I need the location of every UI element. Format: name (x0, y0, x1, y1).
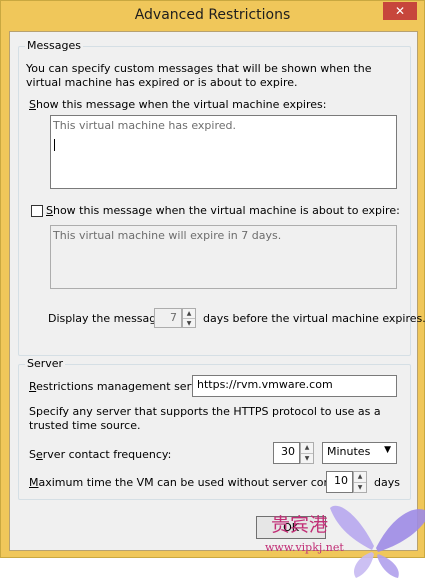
contact-frequency-spinner[interactable]: ▲ ▼ (300, 442, 314, 464)
management-server-input[interactable]: https://rvm.vmware.com (192, 375, 397, 397)
about-to-expire-text: This virtual machine will expire in 7 da… (53, 229, 282, 242)
max-time-unit: days (374, 476, 400, 489)
expire-message-textarea[interactable]: This virtual machine has expired. (50, 115, 397, 189)
dialog-window: Advanced Restrictions ✕ Messages You can… (0, 0, 425, 578)
about-to-expire-label[interactable]: Show this message when the virtual machi… (46, 204, 400, 217)
watermark-brand: 贵宾港 (271, 514, 329, 536)
watermark-url: www.vipkj.net (265, 541, 344, 554)
title-bar[interactable]: Advanced Restrictions ✕ (1, 1, 424, 31)
display-message-suffix: days before the virtual machine expires. (203, 312, 425, 325)
server-hint: Specify any server that supports the HTT… (29, 405, 381, 432)
max-time-spinner[interactable]: ▲ ▼ (353, 471, 367, 493)
chevron-down-icon: ▼ (384, 445, 391, 455)
text-caret (54, 139, 55, 151)
dialog-content: Messages You can specify custom messages… (9, 31, 425, 578)
messages-description: You can specify custom messages that wil… (26, 62, 372, 89)
messages-group: Messages (18, 39, 411, 356)
max-time-label: Maximum time the VM can be used without … (29, 476, 356, 489)
messages-group-title: Messages (25, 39, 83, 52)
server-group-title: Server (25, 357, 66, 370)
window-title: Advanced Restrictions (134, 7, 291, 23)
butterfly-watermark-icon (330, 505, 425, 578)
management-server-label: Restrictions management server: (29, 380, 213, 393)
max-time-input[interactable]: 10 (326, 471, 353, 493)
spin-down-icon[interactable]: ▼ (354, 482, 366, 493)
contact-frequency-input[interactable]: 30 (273, 442, 300, 464)
spin-up-icon[interactable]: ▲ (301, 443, 313, 453)
expire-message-label: Show this message when the virtual machi… (29, 98, 327, 111)
spin-down-icon[interactable]: ▼ (183, 318, 195, 328)
frequency-unit-select[interactable]: Minutes ▼ (322, 442, 397, 464)
about-to-expire-checkbox[interactable] (31, 205, 43, 217)
display-days-field[interactable]: 7 (154, 308, 182, 328)
display-days-spinner[interactable]: ▲ ▼ (182, 308, 196, 328)
expire-message-text: This virtual machine has expired. (53, 119, 236, 132)
spin-up-icon[interactable]: ▲ (354, 472, 366, 482)
spin-up-icon[interactable]: ▲ (183, 309, 195, 318)
contact-frequency-label: Server contact frequency: (29, 448, 172, 461)
about-to-expire-textarea[interactable]: This virtual machine will expire in 7 da… (50, 225, 397, 289)
spin-down-icon[interactable]: ▼ (301, 453, 313, 464)
frequency-unit-value: Minutes (327, 445, 371, 458)
close-button[interactable]: ✕ (383, 2, 417, 20)
display-message-prefix: Display the message (48, 312, 164, 325)
